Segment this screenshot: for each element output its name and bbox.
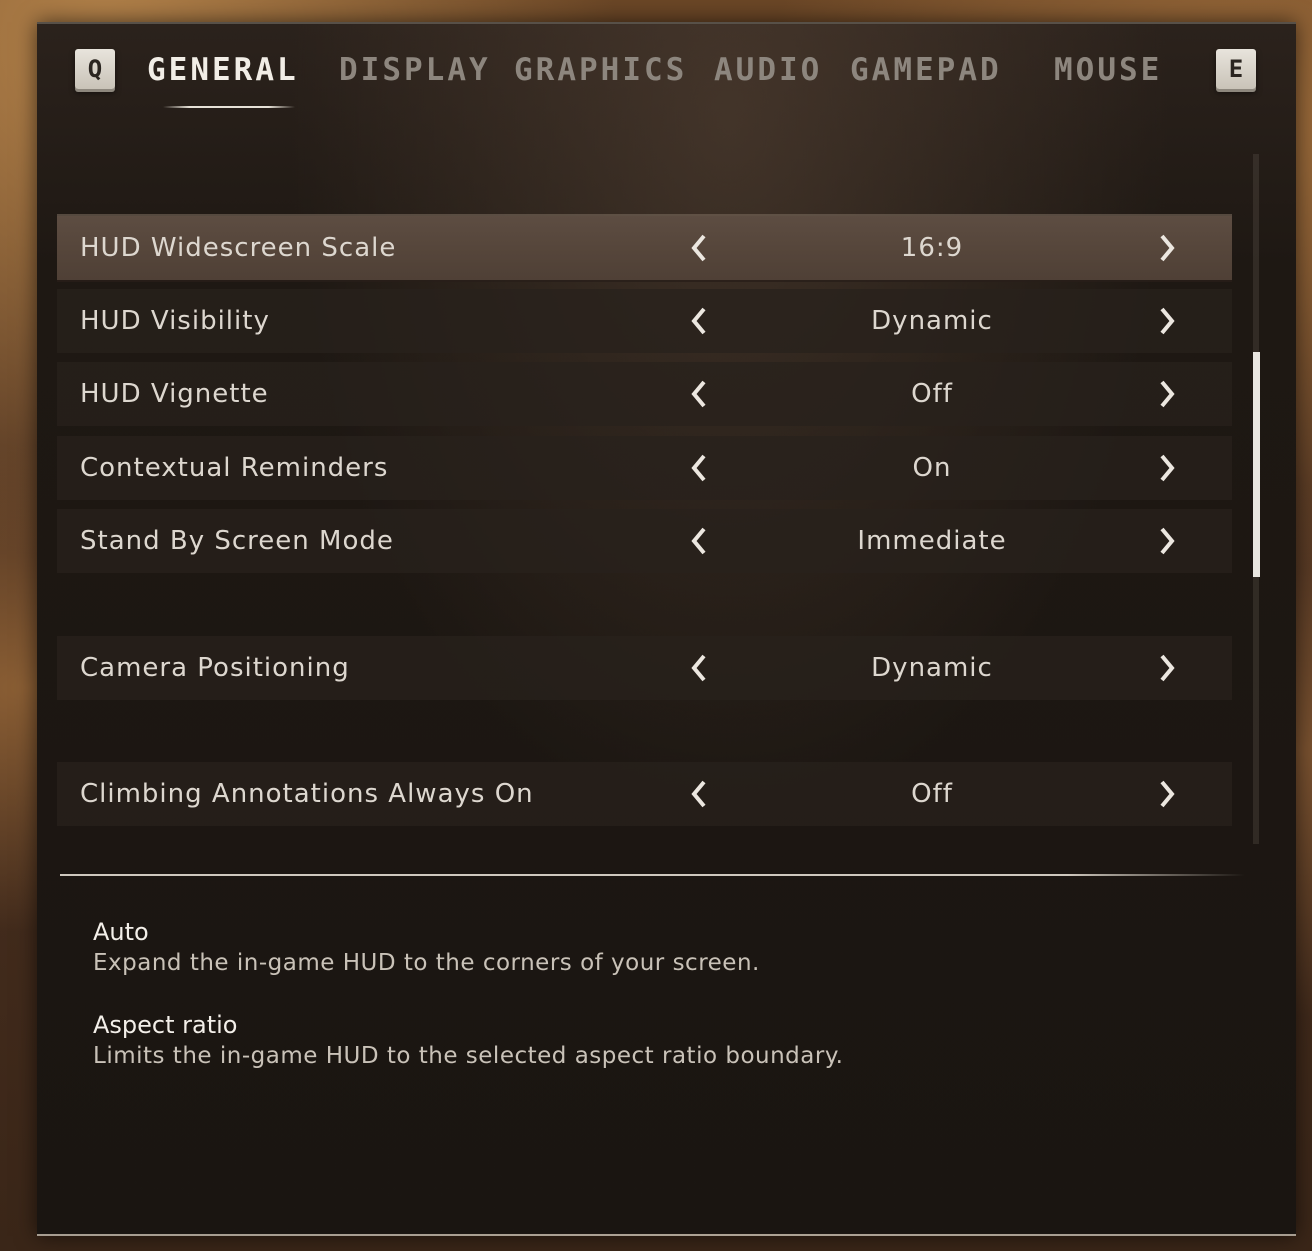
tab-audio[interactable]: AUDIO <box>714 52 822 88</box>
setting-value: On <box>912 453 952 483</box>
setting-label: HUD Vignette <box>80 379 269 409</box>
setting-value: Off <box>911 379 953 409</box>
description-title-auto: Auto <box>93 918 149 946</box>
chevron-right-icon[interactable] <box>1155 303 1179 339</box>
description-title-aspect-ratio: Aspect ratio <box>93 1011 238 1039</box>
chevron-right-icon[interactable] <box>1155 376 1179 412</box>
setting-label: Climbing Annotations Always On <box>80 779 534 809</box>
tab-mouse[interactable]: MOUSE <box>1054 52 1162 88</box>
setting-value: Immediate <box>857 526 1007 556</box>
setting-value: Dynamic <box>871 306 993 336</box>
description-divider <box>60 874 1245 876</box>
setting-label: HUD Visibility <box>80 306 270 336</box>
setting-row-camera-positioning[interactable]: Camera Positioning Dynamic <box>57 636 1232 700</box>
chevron-right-icon[interactable] <box>1155 450 1179 486</box>
setting-label: Contextual Reminders <box>80 453 389 483</box>
next-tab-key-button[interactable]: E <box>1216 49 1256 89</box>
setting-row-contextual-reminders[interactable]: Contextual Reminders On <box>57 436 1232 500</box>
prev-tab-key-button[interactable]: Q <box>75 49 115 89</box>
setting-label: Camera Positioning <box>80 653 350 683</box>
chevron-right-icon[interactable] <box>1155 776 1179 812</box>
active-tab-underline <box>163 106 295 108</box>
setting-row-hud-widescreen-scale[interactable]: HUD Widescreen Scale 16:9 <box>57 216 1232 280</box>
setting-row-hud-visibility[interactable]: HUD Visibility Dynamic <box>57 289 1232 353</box>
setting-value: Off <box>911 779 953 809</box>
description-text-aspect-ratio: Limits the in-game HUD to the selected a… <box>93 1043 844 1069</box>
description-text-auto: Expand the in-game HUD to the corners of… <box>93 950 760 976</box>
tab-general[interactable]: GENERAL <box>147 52 299 88</box>
setting-row-climbing-annotations[interactable]: Climbing Annotations Always On Off <box>57 762 1232 826</box>
setting-row-stand-by-screen-mode[interactable]: Stand By Screen Mode Immediate <box>57 509 1232 573</box>
chevron-right-icon[interactable] <box>1155 230 1179 266</box>
setting-value: Dynamic <box>871 653 993 683</box>
settings-panel: Q GENERAL DISPLAY GRAPHICS AUDIO GAMEPAD… <box>37 22 1296 1236</box>
tab-gamepad[interactable]: GAMEPAD <box>850 52 1002 88</box>
setting-value: 16:9 <box>900 233 964 263</box>
tab-graphics[interactable]: GRAPHICS <box>514 52 687 88</box>
tab-display[interactable]: DISPLAY <box>339 52 491 88</box>
scrollbar-thumb[interactable] <box>1253 352 1260 577</box>
setting-row-hud-vignette[interactable]: HUD Vignette Off <box>57 362 1232 426</box>
chevron-right-icon[interactable] <box>1155 523 1179 559</box>
setting-label: Stand By Screen Mode <box>80 526 394 556</box>
chevron-right-icon[interactable] <box>1155 650 1179 686</box>
setting-label: HUD Widescreen Scale <box>80 233 397 263</box>
